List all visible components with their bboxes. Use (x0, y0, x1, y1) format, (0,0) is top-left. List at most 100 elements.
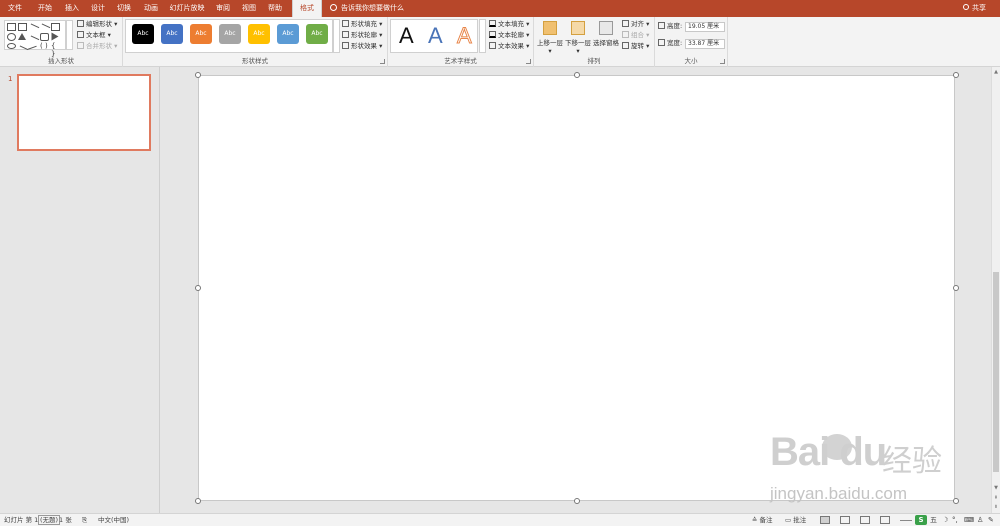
text-effects-button[interactable]: 文本效果 ▾ (489, 42, 529, 51)
resize-handle-top-right[interactable] (953, 72, 959, 78)
shape-effects-button[interactable]: 形状效果 ▾ (342, 42, 382, 51)
bring-forward-button[interactable]: 上移一层 ▾ (536, 21, 564, 55)
shape-connector-icon[interactable] (27, 35, 40, 47)
tab-slideshow[interactable]: 幻灯片放映 (168, 0, 206, 17)
tab-home[interactable]: 开始 (34, 0, 56, 17)
resize-handle-right[interactable] (953, 285, 959, 291)
text-box-button[interactable]: 文本框 ▾ (77, 31, 111, 40)
comments-button[interactable]: ▭ 批注 (785, 514, 806, 526)
shape-gallery-scroll[interactable] (66, 20, 73, 50)
shape-rect-icon[interactable] (7, 23, 16, 31)
wordart-black-sample[interactable]: A (399, 24, 414, 48)
scroll-up-icon[interactable]: ▲ (993, 69, 999, 75)
watermark-url: jingyan.baidu.com (770, 484, 908, 503)
shape-style-preset[interactable]: Abc (248, 24, 270, 44)
shape-style-gallery[interactable]: Abc Abc Abc Abc Abc Abc Abc (125, 19, 333, 53)
group-size: 高度: 19.05 厘米 宽度: 33.87 厘米 大小 (655, 17, 728, 67)
keyboard-icon[interactable]: ⌨ (964, 515, 974, 525)
theme-name[interactable]: (无题) (38, 515, 61, 525)
reading-view-icon[interactable] (860, 516, 870, 524)
text-fill-button[interactable]: 文本填充 ▾ (489, 20, 529, 29)
text-outline-button[interactable]: 文本轮廓 ▾ (489, 31, 529, 40)
wordart-gallery-scroll[interactable] (479, 19, 486, 53)
slide-sorter-icon[interactable] (840, 516, 850, 524)
shape-arrow-right-icon[interactable] (51, 32, 59, 41)
moon-icon[interactable]: ☽ (942, 515, 948, 525)
scrollbar-thumb[interactable] (993, 272, 999, 472)
edit-shape-label: 编辑形状 (86, 20, 112, 28)
shape-style-preset[interactable]: Abc (190, 24, 212, 44)
punctuation-icon[interactable]: °, (952, 515, 958, 525)
slideshow-view-icon[interactable] (880, 516, 890, 524)
group-objects-button[interactable]: 组合 ▾ (622, 31, 649, 40)
tab-help[interactable]: 帮助 (264, 0, 286, 17)
shape-line-icon[interactable] (27, 23, 40, 35)
shape-brace-icon[interactable]: { } (51, 42, 60, 58)
previous-slide-icon[interactable]: ⇞ (993, 495, 999, 501)
height-input[interactable]: 19.05 厘米 (685, 22, 725, 32)
group-icon (622, 31, 629, 38)
tab-transitions[interactable]: 切换 (113, 0, 135, 17)
shape-style-preset[interactable]: Abc (219, 24, 241, 44)
normal-view-icon[interactable] (820, 516, 830, 524)
rotate-button[interactable]: 旋转 ▾ (622, 42, 649, 51)
resize-handle-bottom[interactable] (574, 498, 580, 504)
shape-style-preset[interactable]: Abc (306, 24, 328, 44)
shape-style-preset[interactable]: Abc (277, 24, 299, 44)
shape-style-gallery-scroll[interactable] (333, 19, 340, 53)
align-button[interactable]: 对齐 ▾ (622, 20, 649, 29)
tab-view[interactable]: 视图 (238, 0, 260, 17)
vertical-scrollbar[interactable]: ▲ ▼ ⇞ ⇟ (991, 67, 1000, 513)
merge-shapes-button[interactable]: 合并形状 ▾ (77, 42, 117, 51)
ime-sogou-icon[interactable]: S (915, 515, 927, 525)
wordart-outline-sample[interactable]: A (457, 23, 473, 48)
wordart-styles-launcher-icon[interactable] (526, 59, 531, 64)
group-label-insert-shapes: 插入形状 (48, 57, 74, 65)
tell-me-search[interactable]: 告诉我你想要做什么 (330, 0, 404, 17)
tab-design[interactable]: 设计 (87, 0, 109, 17)
paint-bucket-icon (342, 20, 349, 27)
next-slide-icon[interactable]: ⇟ (993, 504, 999, 510)
shape-style-preset[interactable]: Abc (132, 24, 154, 44)
group-objects-label: 组合 (631, 31, 644, 39)
shape-bracket-icon[interactable]: ( ) (40, 42, 49, 50)
shape-rounded-rect-icon[interactable] (40, 33, 49, 41)
shape-styles-launcher-icon[interactable] (380, 59, 385, 64)
shape-fill-button[interactable]: 形状填充 ▾ (342, 20, 382, 29)
shape-outline-button[interactable]: 形状轮廓 ▾ (342, 31, 382, 40)
selection-pane-button[interactable]: 选择窗格 (592, 21, 620, 47)
resize-handle-top-left[interactable] (195, 72, 201, 78)
shape-square-icon[interactable] (51, 23, 60, 31)
size-launcher-icon[interactable] (720, 59, 725, 64)
zoom-slider[interactable] (900, 520, 912, 521)
height-icon (658, 22, 665, 29)
shape-style-preset[interactable]: Abc (161, 24, 183, 44)
ime-wubi-mode[interactable]: 五 (930, 515, 937, 525)
shape-textbox-icon[interactable] (18, 23, 27, 31)
send-backward-button[interactable]: 下移一层 ▾ (564, 21, 592, 55)
wordart-gallery[interactable]: A A A (390, 19, 478, 53)
resize-handle-left[interactable] (195, 285, 201, 291)
tab-review[interactable]: 审阅 (212, 0, 234, 17)
scroll-down-icon[interactable]: ▼ (993, 485, 999, 491)
tab-format[interactable]: 格式 (292, 0, 322, 17)
resize-handle-top[interactable] (574, 72, 580, 78)
width-input[interactable]: 33.87 厘米 (685, 39, 725, 49)
shape-triangle-icon[interactable] (18, 33, 26, 40)
notes-button[interactable]: ≙ 备注 (752, 514, 773, 526)
spellcheck-icon[interactable]: ⎘ (82, 514, 87, 526)
slide-thumbnail[interactable] (17, 74, 151, 151)
tab-file[interactable]: 文件 (4, 0, 26, 17)
shirt-icon[interactable]: ♙ (977, 515, 983, 525)
tab-animations[interactable]: 动画 (140, 0, 162, 17)
shape-gallery[interactable]: ( ) { } (4, 20, 66, 58)
tab-insert[interactable]: 插入 (61, 0, 83, 17)
shape-cloud-icon[interactable] (7, 43, 16, 49)
wordart-blue-sample[interactable]: A (428, 24, 443, 48)
share-button[interactable]: 共享 (963, 0, 986, 17)
shape-oval-icon[interactable] (7, 33, 16, 41)
edit-shape-button[interactable]: 编辑形状 ▾ (77, 20, 117, 29)
language-indicator[interactable]: 中文(中国) (98, 514, 129, 526)
wrench-icon[interactable]: ✎ (988, 515, 994, 525)
resize-handle-bottom-left[interactable] (195, 498, 201, 504)
